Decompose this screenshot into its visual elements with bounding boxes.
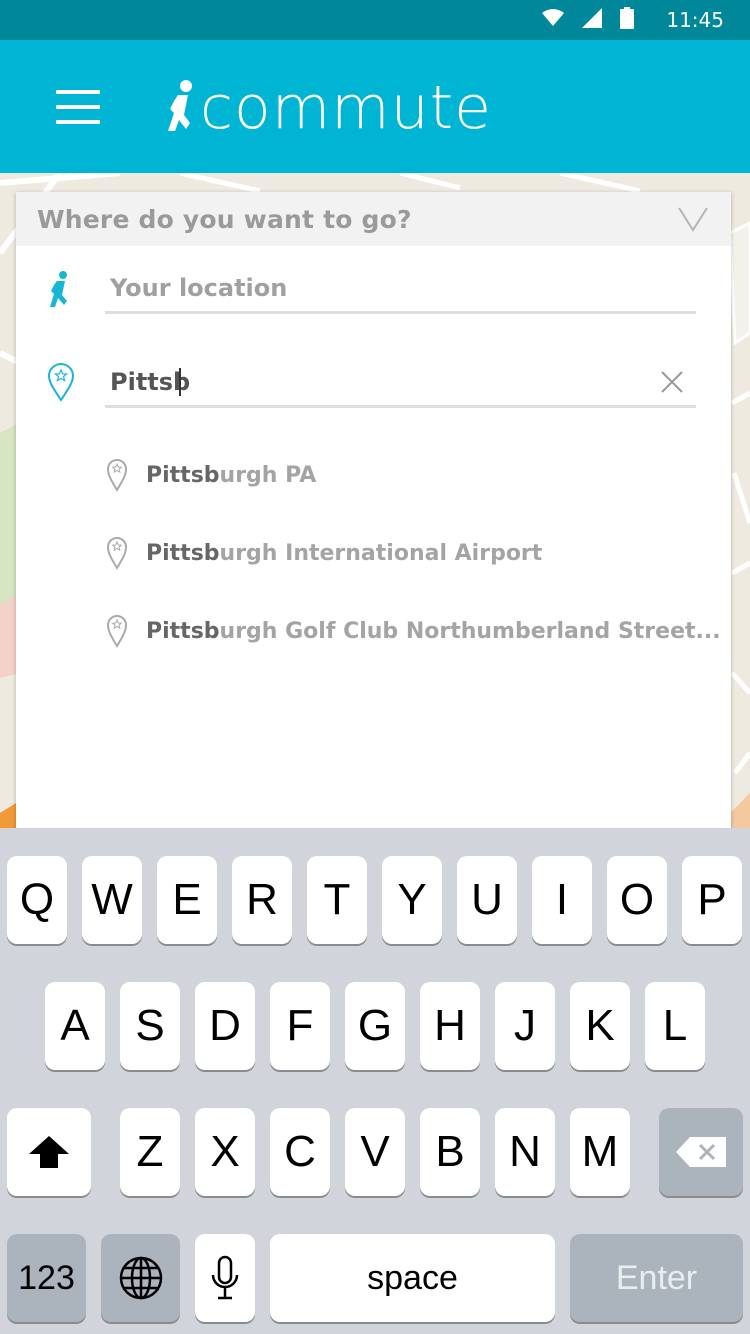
key-l[interactable]: L [645,982,705,1070]
key-s[interactable]: S [120,982,180,1070]
menu-icon-bar [56,105,100,109]
close-icon [661,371,683,393]
key-d[interactable]: D [195,982,255,1070]
search-panel-header: Where do you want to go? [16,192,731,246]
key-v[interactable]: V [345,1108,405,1196]
shift-key[interactable] [7,1108,91,1196]
battery-icon [620,6,635,34]
search-panel-title: Where do you want to go? [37,205,412,234]
walking-person-icon [46,270,76,310]
key-j[interactable]: J [495,982,555,1070]
clear-button[interactable] [660,370,684,394]
menu-icon-bar [56,90,100,94]
key-n[interactable]: N [495,1108,555,1196]
key-z[interactable]: Z [120,1108,180,1196]
key-u[interactable]: U [457,856,517,944]
key-a[interactable]: A [45,982,105,1070]
destination-input[interactable]: Pittsb [110,360,650,404]
key-q[interactable]: Q [7,856,67,944]
key-o[interactable]: O [607,856,667,944]
suggestion-item[interactable]: Pittsburgh International Airport [102,524,702,584]
key-x[interactable]: X [195,1108,255,1196]
key-h[interactable]: H [420,982,480,1070]
globe-icon [119,1256,162,1300]
app-logo: commute [164,76,492,140]
suggestion-label: Pittsburgh PA [146,463,317,488]
destination-field[interactable]: Pittsb [105,360,696,408]
origin-input[interactable] [110,266,650,310]
suggestion-label: Pittsburgh International Airport [146,541,543,566]
status-time: 11:45 [666,8,724,32]
suggestion-item[interactable]: Pittsburgh Golf Club Northumberland Stre… [102,602,721,662]
destination-pin-icon [46,362,76,402]
key-y[interactable]: Y [382,856,442,944]
location-pin-icon [106,536,128,570]
numbers-key[interactable]: 123 [7,1234,86,1322]
chevron-down-icon [678,207,708,232]
suggestion-item[interactable]: Pittsburgh PA [102,446,702,506]
key-i[interactable]: I [532,856,592,944]
key-e[interactable]: E [157,856,217,944]
key-c[interactable]: C [270,1108,330,1196]
collapse-button[interactable] [677,206,709,232]
logo-text: commute [200,73,493,143]
status-bar: 11:45 [0,0,750,40]
key-r[interactable]: R [232,856,292,944]
origin-field[interactable] [105,266,696,314]
wifi-icon [542,8,565,32]
enter-key[interactable]: Enter [570,1234,743,1322]
signal-icon [582,7,603,33]
key-k[interactable]: K [570,982,630,1070]
space-key[interactable]: space [270,1234,555,1322]
key-w[interactable]: W [82,856,142,944]
microphone-key[interactable] [195,1234,255,1322]
shift-arrow-icon [29,1136,69,1168]
key-b[interactable]: B [420,1108,480,1196]
backspace-icon [676,1137,726,1167]
key-p[interactable]: P [682,856,742,944]
runner-logo-icon [164,79,198,140]
location-pin-icon [106,614,128,648]
microphone-icon [211,1255,239,1300]
location-pin-icon [106,458,128,492]
text-caret [179,368,181,396]
globe-key[interactable] [101,1234,180,1322]
key-t[interactable]: T [307,856,367,944]
key-f[interactable]: F [270,982,330,1070]
search-panel: Where do you want to go? Pittsb [16,192,731,832]
menu-icon-bar [56,120,100,124]
key-m[interactable]: M [570,1108,630,1196]
hamburger-menu-button[interactable] [56,90,100,124]
backspace-key[interactable] [659,1108,743,1196]
app-bar: commute [0,40,750,173]
suggestion-label: Pittsburgh Golf Club Northumberland Stre… [146,619,721,644]
on-screen-keyboard: Q W E R T Y U I O P A S D F G H J K L Z … [0,828,750,1334]
key-g[interactable]: G [345,982,405,1070]
